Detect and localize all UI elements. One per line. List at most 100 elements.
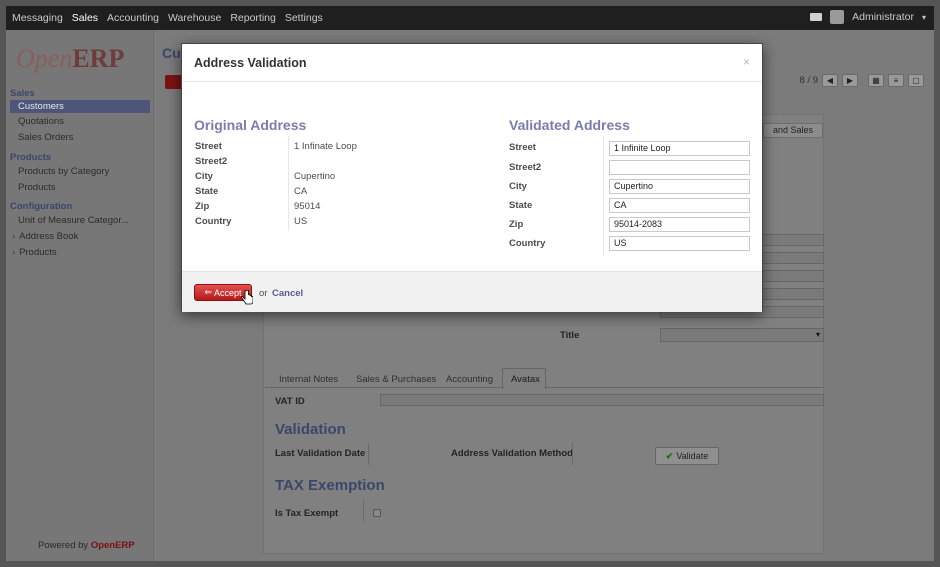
page-title: Cu: [162, 45, 181, 61]
title-label: Title: [560, 330, 580, 341]
address-method-label: Address Validation Method: [451, 448, 573, 459]
sidebar-item-products[interactable]: Products: [18, 182, 56, 193]
kanban-view-icon[interactable]: ▦: [868, 74, 884, 87]
sidebar-item-sales-orders[interactable]: Sales Orders: [18, 132, 73, 143]
validation-heading: Validation: [275, 421, 346, 438]
form-view-icon[interactable]: ▢: [908, 74, 924, 87]
menu-messaging[interactable]: Messaging: [12, 12, 63, 24]
validated-country-label: Country: [509, 238, 546, 249]
cancel-link[interactable]: Cancel: [272, 288, 303, 299]
chevron-down-icon[interactable]: ▾: [922, 13, 926, 22]
tax-exempt-label: Is Tax Exempt: [275, 508, 339, 519]
or-text: or: [259, 288, 268, 299]
dialog-header: Address Validation ×: [182, 44, 762, 82]
sidebar-section-sales: Sales: [10, 88, 35, 99]
title-select[interactable]: ▾: [660, 328, 824, 342]
sidebar: OpenERP Sales Customers Quotations Sales…: [6, 30, 154, 561]
menu-sales[interactable]: Sales: [72, 12, 98, 24]
original-street2-label: Street2: [195, 156, 228, 167]
validated-zip-input[interactable]: 95014-2083: [609, 217, 750, 232]
validated-country-input[interactable]: US: [609, 236, 750, 251]
user-area: Administrator ▾: [810, 10, 926, 24]
powered-by: Powered by OpenERP: [38, 540, 135, 551]
divider: [363, 500, 364, 522]
vat-input[interactable]: [380, 394, 824, 406]
menu-accounting[interactable]: Accounting: [107, 12, 159, 24]
validated-city-label: City: [509, 181, 527, 192]
divider: [603, 136, 604, 256]
next-record-button[interactable]: ▶: [842, 74, 858, 87]
menu-reporting[interactable]: Reporting: [230, 12, 276, 24]
validated-address-heading: Validated Address: [509, 117, 630, 133]
tab-avatax[interactable]: Avatax: [511, 374, 540, 385]
top-menu: Messaging Sales Accounting Warehouse Rep…: [12, 12, 323, 24]
validated-street2-input[interactable]: [609, 160, 750, 175]
sidebar-item-config-products[interactable]: › Products: [12, 247, 57, 258]
pager-count: 8 / 9: [799, 75, 819, 86]
tab-internal-notes[interactable]: Internal Notes: [279, 374, 338, 385]
hand-cursor-icon: [241, 290, 253, 305]
tax-exempt-checkbox[interactable]: [373, 509, 381, 517]
pager: 8 / 9 ◀ ▶ ▦ ≡ ▢: [799, 74, 924, 87]
original-street-label: Street: [195, 141, 222, 152]
sidebar-item-products-by-category[interactable]: Products by Category: [18, 166, 109, 177]
top-menu-bar: Messaging Sales Accounting Warehouse Rep…: [6, 6, 934, 30]
chevron-down-icon: ▾: [815, 330, 820, 339]
sidebar-section-products: Products: [10, 152, 52, 163]
validated-street-label: Street: [509, 142, 536, 153]
sidebar-item-label: Products: [19, 247, 57, 258]
avatar: [830, 10, 845, 24]
sidebar-section-configuration: Configuration: [10, 201, 73, 212]
original-city-value: Cupertino: [294, 171, 336, 182]
validated-state-label: State: [509, 200, 533, 211]
address-validation-dialog: Address Validation × Original Address Va…: [181, 43, 763, 312]
arrow-left-icon: ⇐: [204, 287, 213, 297]
sidebar-item-customers[interactable]: Customers: [10, 100, 150, 113]
sidebar-item-uom-categories[interactable]: Unit of Measure Categor...: [18, 215, 129, 226]
notebook-tabs: Internal Notes Sales & Purchases Account…: [265, 368, 824, 389]
validated-city-input[interactable]: Cupertino: [609, 179, 750, 194]
validated-zip-label: Zip: [509, 219, 524, 230]
last-validation-label: Last Validation Date: [275, 448, 366, 459]
previous-record-button[interactable]: ◀: [822, 74, 838, 87]
divider: [368, 443, 369, 465]
sidebar-item-quotations[interactable]: Quotations: [18, 116, 64, 127]
original-city-label: City: [195, 171, 213, 182]
original-country-value: US: [294, 216, 308, 227]
original-street-value: 1 Infinate Loop: [294, 141, 357, 152]
validated-street2-label: Street2: [509, 162, 542, 173]
vat-label: VAT ID: [275, 396, 305, 407]
original-zip-label: Zip: [195, 201, 210, 212]
dialog-footer: ⇐ Accept or Cancel: [182, 271, 762, 312]
tab-accounting[interactable]: Accounting: [446, 374, 493, 385]
triangle-right-icon: ›: [12, 247, 16, 258]
sales-button[interactable]: and Sales: [763, 123, 823, 138]
original-state-label: State: [195, 186, 219, 197]
triangle-right-icon: ›: [12, 231, 16, 242]
list-view-icon[interactable]: ≡: [888, 74, 904, 87]
validate-button[interactable]: ✔ Validate: [655, 447, 719, 465]
close-icon[interactable]: ×: [743, 55, 750, 69]
validated-state-input[interactable]: CA: [609, 198, 750, 213]
original-country-label: Country: [195, 216, 232, 227]
original-state-value: CA: [294, 186, 308, 197]
menu-settings[interactable]: Settings: [285, 12, 323, 24]
divider: [288, 136, 289, 231]
check-icon: ✔: [665, 450, 674, 461]
tab-sales-purchases[interactable]: Sales & Purchases: [356, 374, 436, 385]
validate-label: Validate: [676, 451, 709, 461]
dialog-title: Address Validation: [194, 56, 307, 70]
accept-label: Accept: [214, 287, 242, 298]
original-address-heading: Original Address: [194, 117, 307, 133]
openerp-logo: OpenERP: [16, 44, 125, 73]
divider: [572, 443, 573, 465]
mail-icon[interactable]: [810, 13, 823, 21]
menu-warehouse[interactable]: Warehouse: [168, 12, 221, 24]
original-zip-value: 95014: [294, 201, 321, 212]
sidebar-item-label: Address Book: [19, 231, 79, 242]
tax-exemption-heading: TAX Exemption: [275, 477, 385, 494]
validated-street-input[interactable]: 1 Infinite Loop: [609, 141, 750, 156]
user-menu[interactable]: Administrator: [852, 11, 914, 23]
openerp-link[interactable]: OpenERP: [91, 540, 135, 551]
sidebar-item-address-book[interactable]: › Address Book: [12, 231, 78, 242]
